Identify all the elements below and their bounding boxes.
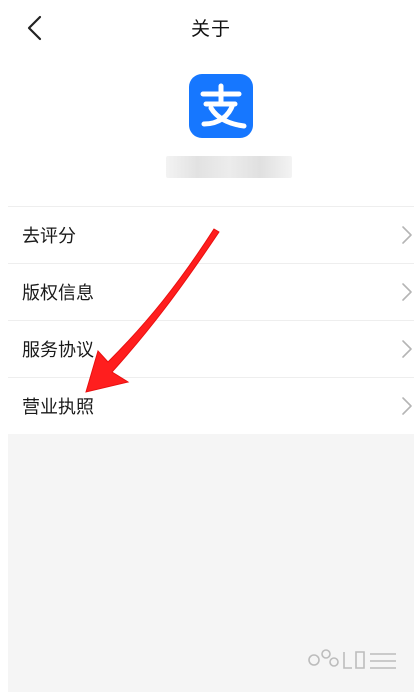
menu-item-service-agreement[interactable]: 服务协议 [8, 321, 414, 378]
menu-item-label: 营业执照 [22, 397, 94, 418]
chevron-right-icon [400, 281, 414, 303]
app-info [8, 56, 414, 206]
chevron-right-icon [400, 395, 414, 417]
baidu-jingyan-watermark [304, 644, 400, 674]
menu-item-label: 版权信息 [22, 283, 94, 304]
menu-item-copyright[interactable]: 版权信息 [8, 264, 414, 321]
page-title: 关于 [190, 18, 231, 40]
menu-item-business-license[interactable]: 营业执照 [8, 378, 414, 434]
about-menu-list: 去评分 版权信息 服务协议 营业执照 [8, 206, 414, 434]
chevron-right-icon [400, 224, 414, 246]
menu-item-label: 去评分 [22, 226, 76, 247]
nav-bar: 关于 [8, 0, 414, 56]
menu-item-label: 服务协议 [22, 340, 94, 361]
app-screen: 关于 去评分 版权信息 服务协议 营业执照 [8, 0, 414, 692]
alipay-logo [189, 74, 253, 138]
chevron-right-icon [400, 338, 414, 360]
version-text-blurred [166, 156, 292, 178]
menu-item-rate[interactable]: 去评分 [8, 207, 414, 264]
